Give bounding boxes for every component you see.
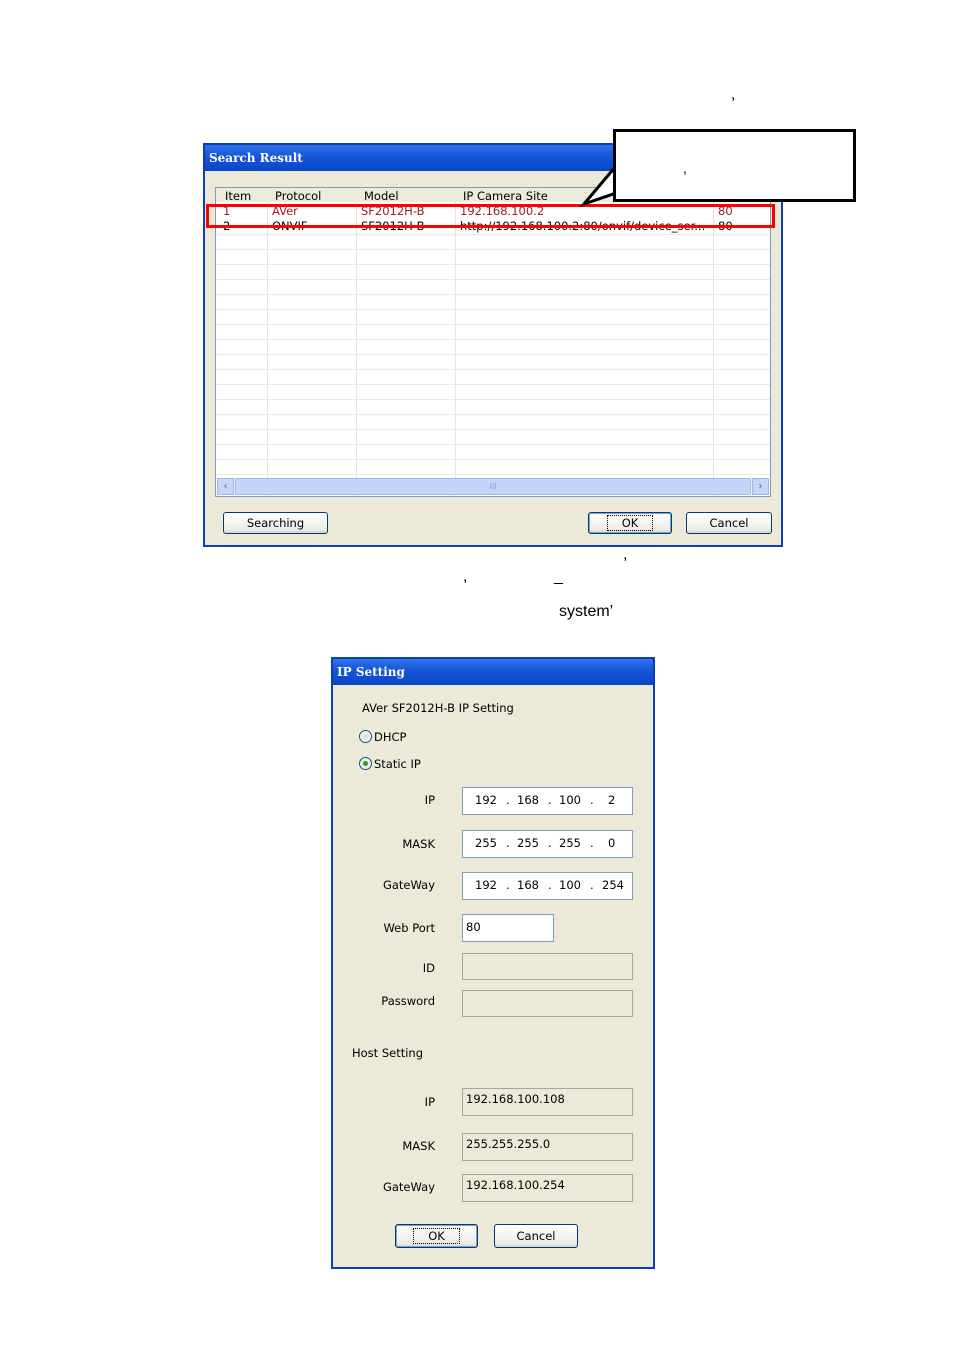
searching-button[interactable]: Searching bbox=[223, 512, 328, 534]
dot: . bbox=[590, 836, 594, 850]
ip-setting-dialog: IP Setting AVer SF2012H-B IP Setting DHC… bbox=[331, 657, 655, 1269]
mask-octet[interactable]: 0 bbox=[608, 831, 615, 855]
mask-input[interactable]: 255. 255. 255. 0 bbox=[462, 830, 633, 858]
gateway-octet[interactable]: 254 bbox=[602, 873, 624, 897]
ip-setting-titlebar[interactable]: IP Setting bbox=[333, 659, 653, 685]
grid-line bbox=[216, 234, 770, 235]
gateway-octet[interactable]: 168 bbox=[517, 873, 539, 897]
ok-button[interactable]: OK bbox=[588, 512, 672, 534]
dhcp-radio-icon[interactable] bbox=[359, 730, 372, 743]
host-gateway-field: 192.168.100.254 bbox=[462, 1174, 633, 1202]
horizontal-scrollbar[interactable]: ‹ III › bbox=[217, 478, 769, 495]
gateway-input[interactable]: 192. 168. 100. 254 bbox=[462, 872, 633, 900]
grid-line bbox=[216, 399, 770, 400]
static-ip-label: Static IP bbox=[374, 757, 421, 771]
static-ip-radio-icon[interactable] bbox=[359, 757, 372, 770]
ip-ok-button-label: OK bbox=[413, 1228, 460, 1244]
host-ip-field: 192.168.100.108 bbox=[462, 1088, 633, 1116]
password-label: Password bbox=[381, 994, 435, 1008]
mask-label: MASK bbox=[402, 837, 435, 851]
dot: . bbox=[590, 878, 594, 892]
dot: . bbox=[506, 878, 510, 892]
ip-octet[interactable]: 192 bbox=[475, 788, 497, 812]
ip-cancel-button[interactable]: Cancel bbox=[494, 1224, 578, 1248]
host-gateway-label: GateWay bbox=[382, 1180, 435, 1194]
web-port-label: Web Port bbox=[383, 921, 435, 935]
host-mask-field: 255.255.255.0 bbox=[462, 1133, 633, 1161]
dot: . bbox=[548, 878, 552, 892]
column-header-protocol[interactable]: Protocol bbox=[275, 189, 321, 203]
web-port-input[interactable]: 80 bbox=[462, 914, 554, 942]
grid-line bbox=[216, 279, 770, 280]
password-input[interactable] bbox=[462, 990, 633, 1017]
grid-line bbox=[216, 294, 770, 295]
dot: . bbox=[548, 793, 552, 807]
device-heading: AVer SF2012H-B IP Setting bbox=[362, 701, 514, 715]
grid-line bbox=[216, 429, 770, 430]
grid-line bbox=[216, 414, 770, 415]
host-setting-heading: Host Setting bbox=[352, 1046, 424, 1060]
column-header-site[interactable]: IP Camera Site bbox=[463, 189, 548, 203]
dot: . bbox=[548, 836, 552, 850]
ip-address-input[interactable]: 192. 168. 100. 2 bbox=[462, 787, 633, 815]
search-result-list[interactable]: Item Protocol Model IP Camera Site Port … bbox=[215, 187, 771, 497]
dhcp-label: DHCP bbox=[374, 730, 407, 744]
static-ip-radio[interactable]: Static IP bbox=[359, 757, 439, 771]
id-label: ID bbox=[422, 961, 435, 975]
ip-octet[interactable]: 2 bbox=[608, 788, 615, 812]
cancel-button[interactable]: Cancel bbox=[686, 512, 772, 534]
scroll-left-icon[interactable]: ‹ bbox=[217, 478, 234, 495]
column-header-model[interactable]: Model bbox=[364, 189, 399, 203]
scroll-right-icon[interactable]: › bbox=[752, 478, 769, 495]
highlight-box bbox=[206, 204, 775, 228]
search-result-title: Search Result bbox=[209, 151, 303, 165]
gateway-octet[interactable]: 100 bbox=[559, 873, 581, 897]
gateway-octet[interactable]: 192 bbox=[475, 873, 497, 897]
host-ip-label: IP bbox=[424, 1095, 435, 1109]
mask-octet[interactable]: 255 bbox=[475, 831, 497, 855]
grid-line bbox=[216, 384, 770, 385]
grid-line bbox=[216, 339, 770, 340]
grid-line bbox=[216, 354, 770, 355]
grid-line bbox=[216, 474, 770, 475]
mask-octet[interactable]: 255 bbox=[559, 831, 581, 855]
ip-octet[interactable]: 168 bbox=[517, 788, 539, 812]
dot: . bbox=[506, 793, 510, 807]
dot: . bbox=[590, 793, 594, 807]
dhcp-radio[interactable]: DHCP bbox=[359, 730, 439, 744]
grid-line bbox=[216, 249, 770, 250]
scrollbar-thumb[interactable]: III bbox=[235, 478, 751, 495]
grid-line bbox=[216, 309, 770, 310]
id-input[interactable] bbox=[462, 953, 633, 980]
ip-ok-button[interactable]: OK bbox=[395, 1224, 478, 1248]
mask-octet[interactable]: 255 bbox=[517, 831, 539, 855]
ip-octet[interactable]: 100 bbox=[559, 788, 581, 812]
stray-comma-left: , bbox=[463, 568, 468, 585]
dot: . bbox=[506, 836, 510, 850]
grid-line bbox=[216, 444, 770, 445]
callout-box: , bbox=[613, 129, 856, 202]
grid-line bbox=[216, 324, 770, 325]
stray-comma-top: , bbox=[731, 86, 736, 103]
ip-label: IP bbox=[424, 793, 435, 807]
ip-setting-title: IP Setting bbox=[337, 665, 405, 679]
stray-dash: _ bbox=[554, 568, 563, 585]
grid-line bbox=[216, 264, 770, 265]
stray-comma-mid: , bbox=[623, 546, 628, 563]
grid-line bbox=[216, 369, 770, 370]
grid-line bbox=[216, 459, 770, 460]
host-mask-label: MASK bbox=[402, 1139, 435, 1153]
gateway-label: GateWay bbox=[382, 878, 435, 892]
ok-button-label: OK bbox=[606, 515, 654, 531]
stray-system-text: system’ bbox=[559, 603, 614, 620]
callout-text: , bbox=[683, 160, 687, 176]
column-header-item[interactable]: Item bbox=[225, 189, 251, 203]
